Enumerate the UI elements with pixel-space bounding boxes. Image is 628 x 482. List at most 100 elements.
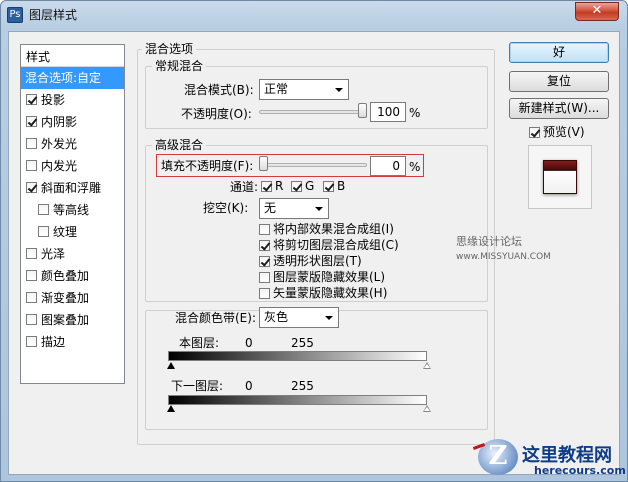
advanced-option-label: 将内部效果混合成组(I) [273,222,394,236]
style-checkbox[interactable] [26,292,37,303]
dialog-body: 样式 混合选项:自定投影内阴影外发光内发光斜面和浮雕等高线纹理光泽颜色叠加 渐变叠… [8,31,620,475]
title-bar[interactable]: Ps 图层样式 ✕ [1,1,627,29]
style-checkbox[interactable] [26,160,37,171]
advanced-option[interactable]: 透明形状图层(T) [259,254,362,268]
style-checkbox[interactable] [26,314,37,325]
style-label: 光泽 [41,247,66,261]
blend-if-label: 混合颜色带(E): [172,311,259,325]
advanced-option[interactable]: 将内部效果混合成组(I) [259,222,394,236]
opacity-slider-track[interactable] [259,110,367,114]
style-checkbox[interactable] [26,182,37,193]
channel-b[interactable]: B [323,180,345,193]
close-button[interactable]: ✕ [575,2,619,21]
preview-swatch [543,160,577,194]
advanced-option-checkbox[interactable] [259,240,270,251]
style-label: 纹理 [53,225,78,239]
style-list-header[interactable]: 样式 [21,45,124,67]
style-list-item[interactable]: 内阴影 [21,111,124,133]
style-checkbox[interactable] [38,226,49,237]
window-title: 图层样式 [29,8,78,22]
preview-label: 预览(V) [543,125,585,139]
fill-opacity-slider-track[interactable] [259,163,367,167]
blend-if-value: 灰色 [264,310,289,324]
style-checkbox[interactable] [26,270,37,281]
channel-g[interactable]: G [291,180,314,193]
underlying-black-slider[interactable] [167,405,175,412]
advanced-option-label: 图层蒙版隐藏效果(L) [273,270,386,284]
advanced-option[interactable]: 图层蒙版隐藏效果(L) [259,270,385,284]
fill-opacity-unit: % [409,160,421,174]
style-label: 等高线 [53,203,90,217]
knockout-value: 无 [264,201,277,215]
style-list-item[interactable]: 光泽 [21,243,124,265]
style-list-item[interactable]: 图案叠加 [21,309,124,331]
style-checkbox[interactable] [26,248,37,259]
blend-mode-dropdown[interactable]: 正常 [259,79,349,100]
blend-if-dropdown[interactable]: 灰色 [259,307,339,328]
advanced-option[interactable]: 将剪切图层混合成组(C) [259,238,399,252]
ps-icon: Ps [7,7,23,23]
this-layer-black-slider[interactable] [167,362,175,369]
advanced-option[interactable]: 矢量蒙版隐藏效果(H) [259,286,387,300]
style-list-item[interactable]: 内发光 [21,155,124,177]
channel-r[interactable]: R [261,180,283,193]
channel-checkbox[interactable] [291,181,302,192]
ok-button[interactable]: 好 [509,42,609,63]
style-list-item[interactable]: 颜色叠加 [21,265,124,287]
style-list-item[interactable]: 斜面和浮雕 [21,177,124,199]
this-layer-label: 本图层: [179,336,220,350]
style-label: 斜面和浮雕 [41,181,102,195]
style-list-item[interactable]: 外发光 [21,133,124,155]
channel-checkbox[interactable] [261,181,272,192]
site-logo-url: herecours.com [534,464,626,477]
watermark: 思缘设计论坛 www.MISSYUAN.COM [456,233,619,262]
fill-opacity-label: 填充不透明度(F): [161,159,254,173]
blend-if-group [145,310,488,430]
blend-options-title: 混合选项 [142,42,197,56]
advanced-option-checkbox[interactable] [259,272,270,283]
opacity-slider-thumb[interactable] [358,103,367,118]
style-checkbox[interactable] [26,94,37,105]
style-list-item[interactable]: 纹理 [21,221,124,243]
style-label: 内阴影 [41,115,78,129]
advanced-option-label: 将剪切图层混合成组(C) [273,238,399,252]
style-checkbox[interactable] [38,204,49,215]
fill-opacity-input[interactable]: 0 [370,156,406,176]
knockout-label: 挖空(K): [203,201,249,215]
underlying-white-slider[interactable] [423,405,431,412]
channel-label: G [305,179,315,193]
opacity-input[interactable]: 100 [370,102,406,122]
new-style-button[interactable]: 新建样式(W)... [509,98,609,119]
opacity-unit: % [409,106,421,120]
style-list-item[interactable]: 描边 [21,331,124,353]
style-label: 投影 [41,93,66,107]
style-list-item[interactable]: 渐变叠加 [21,287,124,309]
style-checkbox[interactable] [26,138,37,149]
advanced-option-checkbox[interactable] [259,256,270,267]
channel-checkbox[interactable] [323,181,334,192]
advanced-option-checkbox[interactable] [259,288,270,299]
style-list-item[interactable]: 混合选项:自定 [21,67,124,89]
style-checkbox[interactable] [26,336,37,347]
style-preview [528,145,592,209]
this-layer-white-slider[interactable] [423,362,431,369]
style-label: 混合选项:自定 [25,71,102,85]
preview-checkbox-row[interactable]: 预览(V) [529,125,585,139]
style-list-item[interactable]: 投影 [21,89,124,111]
chevron-down-icon [325,316,333,320]
fill-opacity-slider-thumb[interactable] [259,156,268,171]
underlying-gradient [168,395,427,405]
style-label: 描边 [41,335,66,349]
preview-checkbox[interactable] [529,127,540,138]
reset-button[interactable]: 复位 [509,71,609,92]
layer-style-window: Ps 图层样式 ✕ 样式 混合选项:自定投影内阴影外发光内发光斜面和浮雕等高线纹… [0,0,628,482]
style-checkbox[interactable] [26,116,37,127]
style-label: 外发光 [41,137,78,151]
advanced-option-label: 矢量蒙版隐藏效果(H) [273,286,388,300]
style-label: 图案叠加 [41,313,90,327]
knockout-dropdown[interactable]: 无 [259,198,329,219]
advanced-option-checkbox[interactable] [259,224,270,235]
this-layer-gradient [168,351,427,361]
blend-mode-label: 混合模式(B): [184,83,254,97]
style-list-item[interactable]: 等高线 [21,199,124,221]
